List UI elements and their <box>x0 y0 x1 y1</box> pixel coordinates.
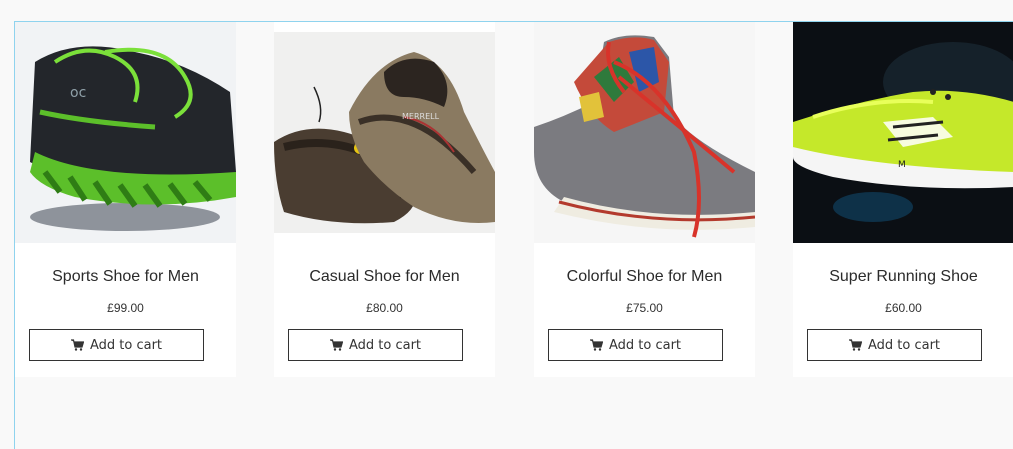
product-title[interactable]: Sports Shoe for Men <box>15 268 236 286</box>
product-card: M Super Running Shoe £60.00 Add to cart <box>793 22 1013 377</box>
product-title[interactable]: Super Running Shoe <box>793 268 1013 286</box>
add-to-cart-button[interactable]: Add to cart <box>288 329 463 361</box>
product-image-colorful-shoe[interactable] <box>534 22 755 243</box>
product-image-casual-shoe[interactable]: MERRELL <box>274 22 495 243</box>
add-to-cart-button[interactable]: Add to cart <box>807 329 982 361</box>
product-image-running-shoe[interactable]: M <box>793 22 1013 243</box>
cart-icon <box>329 339 343 351</box>
cart-icon <box>70 339 84 351</box>
product-card: Colorful Shoe for Men £75.00 Add to cart <box>534 22 755 377</box>
product-price: £60.00 <box>885 301 922 315</box>
product-card: MERRELL Casual Shoe for Men £80.00 Add t… <box>274 22 495 377</box>
add-to-cart-button[interactable]: Add to cart <box>548 329 723 361</box>
add-to-cart-button[interactable]: Add to cart <box>29 329 204 361</box>
product-price: £99.00 <box>107 301 144 315</box>
product-image-sports-shoe[interactable]: oc <box>15 22 236 243</box>
svg-text:MERRELL: MERRELL <box>402 112 440 121</box>
add-to-cart-label: Add to cart <box>867 337 941 353</box>
product-title[interactable]: Colorful Shoe for Men <box>534 268 755 286</box>
cart-icon <box>848 339 862 351</box>
product-title[interactable]: Casual Shoe for Men <box>274 268 495 286</box>
product-price: £75.00 <box>626 301 663 315</box>
add-to-cart-label: Add to cart <box>89 337 163 353</box>
add-to-cart-label: Add to cart <box>348 337 422 353</box>
cart-icon <box>589 339 603 351</box>
add-to-cart-label: Add to cart <box>608 337 682 353</box>
svg-text:M: M <box>898 160 906 170</box>
svg-text:oc: oc <box>70 85 86 101</box>
product-price: £80.00 <box>366 301 403 315</box>
product-card: oc Sports Shoe for Men £99.00 Add to car… <box>15 22 236 377</box>
